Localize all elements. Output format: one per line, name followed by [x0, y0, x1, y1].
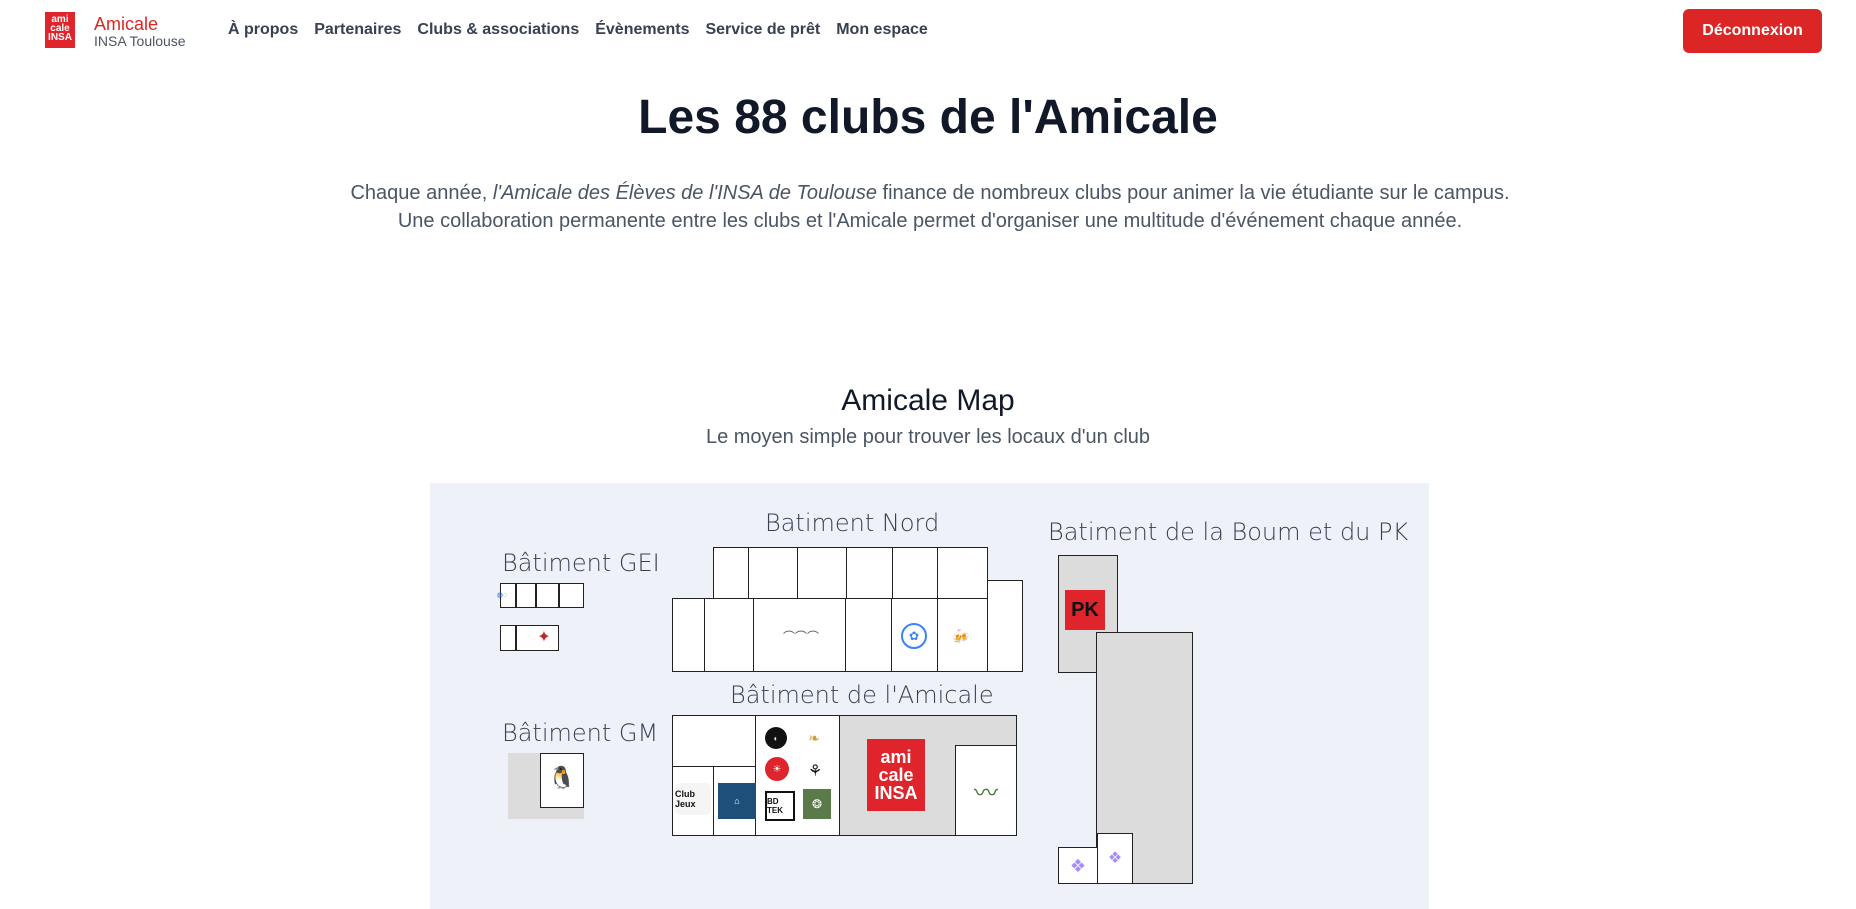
- room[interactable]: [987, 580, 1023, 672]
- club-logo-wave[interactable]: 〰: [968, 775, 1004, 806]
- room[interactable]: [846, 547, 893, 599]
- amicale-map[interactable]: Bâtiment GEI ◍◌ ✦ Batiment Nord ⌒⌒⌒ ✿ 🍻 …: [430, 483, 1429, 909]
- room[interactable]: [845, 598, 892, 672]
- club-logo-bd-tek[interactable]: BD TEK: [765, 791, 795, 821]
- club-logo-feather[interactable]: ❧: [802, 727, 826, 749]
- nav-link-mon-espace[interactable]: Mon espace: [836, 21, 928, 39]
- brand-subtitle: INSA Toulouse: [94, 33, 186, 49]
- room[interactable]: [672, 598, 705, 672]
- nav-link-partenaires[interactable]: Partenaires: [314, 21, 401, 39]
- club-logo-car[interactable]: ⌒⌒⌒: [772, 628, 830, 644]
- club-logo-pk[interactable]: PK: [1065, 590, 1105, 630]
- club-logo-boum-2[interactable]: ❖: [1102, 845, 1128, 871]
- room[interactable]: [748, 547, 798, 599]
- room[interactable]: [937, 547, 988, 599]
- club-logo-penguin[interactable]: 🐧: [545, 758, 579, 798]
- room[interactable]: [559, 583, 584, 608]
- intro-paragraph: Chaque année, l'Amicale des Élèves de l'…: [350, 179, 1510, 235]
- building-label-boum-pk: Batiment de la Boum et du PK: [1048, 518, 1409, 546]
- room[interactable]: [892, 547, 938, 599]
- room[interactable]: [500, 625, 516, 651]
- building-label-nord: Batiment Nord: [765, 509, 940, 537]
- club-logo-beer[interactable]: 🍻: [944, 626, 978, 646]
- nav-link-evenements[interactable]: Évènements: [595, 21, 689, 39]
- club-logo-figures[interactable]: ⚘: [800, 757, 830, 785]
- intro-text-before: Chaque année,: [350, 182, 493, 204]
- intro-text-emphasis: l'Amicale des Élèves de l'INSA de Toulou…: [492, 182, 877, 204]
- amicale-logo-map[interactable]: ami cale INSA: [867, 739, 925, 811]
- brand-name[interactable]: Amicale: [94, 14, 158, 35]
- club-logo-blue[interactable]: ⌂: [718, 783, 756, 819]
- logout-button[interactable]: Déconnexion: [1683, 9, 1822, 53]
- nav-link-clubs[interactable]: Clubs & associations: [417, 21, 579, 39]
- navbar: ami cale INSA Amicale INSA Toulouse À pr…: [0, 0, 1856, 60]
- amicale-logo[interactable]: ami cale INSA: [45, 12, 75, 48]
- map-subtitle: Le moyen simple pour trouver les locaux …: [705, 426, 1151, 448]
- nav-link-service-pret[interactable]: Service de prêt: [705, 21, 820, 39]
- club-logo-boum-1[interactable]: ❖: [1064, 853, 1092, 879]
- club-logo-gei-2[interactable]: ✦: [534, 626, 554, 648]
- club-logo-club-jeux[interactable]: Club Jeux: [675, 783, 711, 815]
- room[interactable]: [713, 547, 749, 599]
- club-logo-round[interactable]: ✿: [901, 623, 927, 649]
- nav-link-a-propos[interactable]: À propos: [228, 21, 298, 39]
- room[interactable]: [672, 715, 756, 767]
- club-logo-gei[interactable]: ◍◌: [490, 589, 514, 601]
- building-label-amicale: Bâtiment de l'Amicale: [730, 681, 994, 709]
- nav-links: À propos Partenaires Clubs & association…: [228, 21, 944, 39]
- room[interactable]: [536, 583, 559, 608]
- club-logo-green[interactable]: ❂: [803, 789, 831, 819]
- building-label-gm: Bâtiment GM: [502, 719, 659, 747]
- map-title: Amicale Map: [841, 384, 1015, 417]
- club-logo-black-round[interactable]: ◐: [765, 727, 787, 749]
- club-logo-red-sun[interactable]: ☀: [765, 757, 789, 781]
- room[interactable]: [704, 598, 754, 672]
- room[interactable]: [516, 583, 536, 608]
- room[interactable]: [797, 547, 847, 599]
- building-label-gei: Bâtiment GEI: [502, 549, 660, 577]
- page-title: Les 88 clubs de l'Amicale: [638, 91, 1218, 144]
